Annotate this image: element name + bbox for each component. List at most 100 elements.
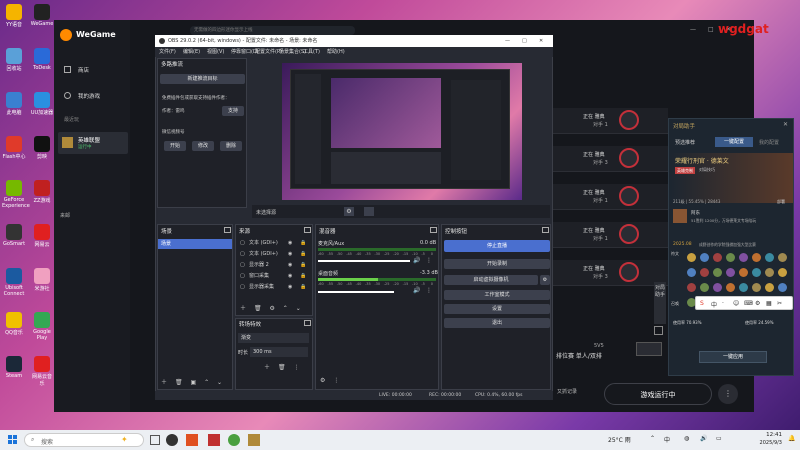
support-button[interactable]: 支持 [222, 106, 244, 116]
add-source-icon[interactable]: ＋ [240, 305, 246, 312]
ime-item[interactable]: S [700, 300, 704, 307]
scene-filter-icon[interactable]: ▣ [190, 379, 196, 386]
desktop-icon[interactable]: Flash中心 [2, 136, 26, 160]
exit-button[interactable]: 退出 [444, 318, 550, 328]
rune-tab[interactable]: 符文 [671, 251, 683, 271]
side-list-item[interactable]: 正在 雅典 对手 1 [553, 108, 668, 134]
visibility-icon[interactable]: ◉ [288, 261, 292, 270]
taskbar-obs-icon[interactable] [166, 434, 178, 446]
desktop-icon[interactable]: UU加速器 [30, 92, 54, 116]
source-props-icon[interactable]: ⚙ [269, 305, 274, 312]
desktop-icon[interactable]: QQ音乐 [2, 312, 26, 336]
obs-menu-item[interactable]: 文件(F) [159, 47, 176, 57]
source-down-icon[interactable]: ⌄ [296, 305, 301, 312]
lock-icon[interactable]: 🔒 [300, 272, 306, 281]
ime-item[interactable]: ⚙ [755, 300, 760, 307]
side-list-item[interactable]: 正在 雅典 对手 3 [553, 146, 668, 172]
side-list-item[interactable]: 正在 雅典 对手 1 [553, 184, 668, 210]
virtual-camera-gear-icon[interactable]: ⚙ [540, 275, 550, 285]
taskbar-lol-icon[interactable] [248, 434, 260, 446]
weather[interactable]: 25°C 雨 [608, 435, 631, 444]
taskbar-app2-icon[interactable] [208, 434, 220, 446]
desktop-icon[interactable]: 此电脑 [2, 92, 26, 116]
tray-expand-icon[interactable]: ⌃ [650, 435, 655, 442]
stop-streaming-button[interactable]: 停止直播 [444, 240, 550, 252]
minimize-icon[interactable]: — [690, 26, 696, 33]
desktop-volume-slider[interactable] [318, 291, 394, 293]
transition-menu-icon[interactable]: ⋮ [293, 364, 299, 371]
copy-icon[interactable] [654, 326, 663, 335]
desktop-icon[interactable]: 网易云音乐 [30, 356, 54, 387]
lock-icon[interactable]: 🔒 [300, 261, 306, 270]
desktop-icon[interactable]: ZZ游戏 [30, 180, 54, 204]
start-button[interactable]: 开始 [164, 141, 186, 151]
obs-menu-item[interactable]: 视图(V) [207, 47, 224, 57]
apply-button[interactable]: 一键应用 [699, 351, 767, 363]
summoner-tab[interactable]: 召唤 [671, 301, 683, 321]
desktop-menu-icon[interactable]: ⋮ [426, 287, 432, 294]
match-helper-tab[interactable]: 对局助手 [654, 282, 666, 324]
source-item[interactable]: ▢ 文本 (GDI+) ◉ 🔒 [240, 239, 312, 248]
rp-close-icon[interactable]: ✕ [783, 121, 788, 128]
source-item[interactable]: ▢ 窗口采集 ◉ 🔒 [240, 272, 312, 281]
source-item[interactable]: ▢ 文本 (GDI+) ◉ 🔒 [240, 250, 312, 259]
side-list-item[interactable]: 正在 雅典 对手 3 [553, 260, 668, 286]
scene-down-icon[interactable]: ⌄ [217, 379, 222, 386]
remove-source-icon[interactable]: 🗑 [254, 305, 262, 312]
desktop-icon[interactable]: ToDesk [30, 48, 54, 71]
maximize-icon[interactable]: □ [708, 26, 714, 33]
clock-date[interactable]: 2025/9/3 [748, 440, 782, 446]
ime-item[interactable]: ⌨ [744, 300, 753, 307]
rp-tab-one-click[interactable]: 一键配置 [715, 137, 753, 147]
obs-menu-item[interactable]: 工具(T) [303, 47, 320, 57]
deploy-button[interactable]: 部署 [777, 199, 785, 205]
obs-menu-item[interactable]: 帮助(H) [327, 47, 345, 57]
rp-tab-recommend[interactable]: 预选推荐 [675, 139, 695, 146]
side-list-item[interactable]: 正在 雅典 对手 1 [553, 222, 668, 248]
auto-record[interactable]: 又抓记录 [557, 386, 597, 398]
ime-item[interactable]: ▦ [766, 300, 772, 307]
scene-up-icon[interactable]: ⌃ [204, 379, 209, 386]
virtual-camera-button[interactable]: 启动虚拟摄像机 [444, 275, 538, 285]
desktop-icon[interactable]: GoSmart [2, 224, 26, 247]
clock-time[interactable]: 12:41 [752, 432, 782, 438]
taskbar-app-icon[interactable] [186, 434, 198, 446]
source-item[interactable]: ▢ 显示器采集 ◉ 🔒 [240, 283, 312, 292]
wegame-search-input[interactable]: 无需做的四边形迷你显示上线 [190, 26, 355, 35]
new-stream-target-button[interactable]: 新建推流目标 [160, 74, 245, 84]
source-item[interactable]: ▢ 显示器 2 ◉ 🔒 [240, 261, 312, 270]
visibility-icon[interactable]: ◉ [288, 239, 292, 248]
obs-close-icon[interactable]: ✕ [539, 35, 543, 47]
desktop-icon[interactable]: Google Play [30, 312, 54, 341]
lock-icon[interactable]: 🔒 [300, 239, 306, 248]
obs-menu-item[interactable]: 配置文件(P) [255, 47, 282, 57]
remove-scene-icon[interactable]: 🗑 [175, 379, 183, 386]
studio-mode-button[interactable]: 工作室模式 [444, 290, 550, 300]
scenes-dock-icon[interactable] [224, 227, 231, 233]
desktop-icon[interactable]: 网易云 [30, 224, 54, 248]
desktop-icon[interactable]: WeGame [30, 4, 54, 27]
ime-item[interactable]: 中 [711, 300, 717, 309]
obs-menu-item[interactable]: 编辑(E) [183, 47, 200, 57]
notification-icon[interactable]: 🔔 [788, 435, 795, 442]
delete-button[interactable]: 删除 [220, 141, 242, 151]
ime-lang[interactable]: 中 [664, 435, 670, 444]
mixer-dock-icon[interactable] [430, 227, 437, 233]
mic-menu-icon[interactable]: ⋮ [426, 257, 432, 264]
desktop-icon[interactable]: GeForce Experience [2, 180, 30, 209]
ime-item[interactable]: ☺ [733, 300, 739, 307]
transition-select[interactable]: 渐变 [238, 333, 309, 343]
transitions-dock-icon[interactable] [304, 320, 311, 326]
desktop-icon[interactable]: Ubisoft Connect [2, 268, 26, 297]
obs-maximize-icon[interactable]: □ [522, 35, 527, 47]
task-view-icon[interactable] [150, 435, 160, 445]
nav-lol[interactable]: 英雄联盟 运行中 [58, 132, 128, 154]
add-scene-icon[interactable]: ＋ [161, 379, 167, 386]
ime-item[interactable]: ✂ [777, 300, 782, 307]
start-icon[interactable] [8, 435, 18, 445]
obs-preview[interactable] [282, 63, 522, 200]
visibility-icon[interactable]: ◉ [288, 272, 292, 281]
desktop-icon[interactable]: 米游社 [30, 268, 54, 292]
visibility-icon[interactable]: ◉ [288, 283, 292, 292]
nav-store[interactable]: 商店 [78, 66, 89, 74]
